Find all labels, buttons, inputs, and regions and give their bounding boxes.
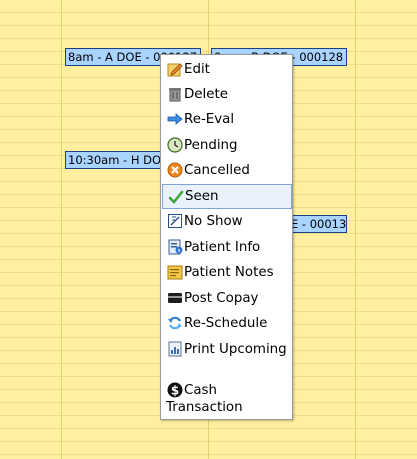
clock-icon xyxy=(167,137,183,153)
menu-item-cash-transaction[interactable]: $ Cash Transaction xyxy=(161,382,292,416)
refresh-icon xyxy=(167,315,183,331)
info-doc-icon xyxy=(167,239,183,255)
menu-item-label: Patient Notes xyxy=(184,265,274,280)
arrow-icon xyxy=(167,111,183,127)
menu-item-post-copay[interactable]: Post Copay xyxy=(161,290,292,307)
menu-item-re-schedule[interactable]: Re-Schedule xyxy=(161,315,292,332)
check-icon xyxy=(168,189,184,205)
menu-item-label: Post Copay xyxy=(184,291,259,306)
appointment-e-doe[interactable]: E - 00013 xyxy=(288,215,347,233)
menu-item-label: Pending xyxy=(184,138,238,153)
menu-item-label: Re-Schedule xyxy=(184,316,268,331)
no-show-icon xyxy=(167,213,183,229)
menu-item-patient-notes[interactable]: Patient Notes xyxy=(161,264,292,281)
edit-icon xyxy=(167,61,183,77)
menu-item-re-eval[interactable]: Re-Eval xyxy=(161,111,292,128)
menu-item-label: No Show xyxy=(184,214,243,229)
menu-item-cancelled[interactable]: Cancelled xyxy=(161,162,292,179)
column-divider xyxy=(355,0,356,459)
menu-item-seen[interactable]: Seen xyxy=(162,184,292,209)
column-divider xyxy=(61,0,62,459)
trash-icon xyxy=(167,86,183,102)
menu-item-label: Seen xyxy=(185,189,219,204)
menu-item-patient-info[interactable]: Patient Info xyxy=(161,239,292,256)
menu-item-delete[interactable]: Delete xyxy=(161,86,292,103)
menu-item-no-show[interactable]: No Show xyxy=(161,213,292,230)
menu-item-label: Cancelled xyxy=(184,163,250,178)
menu-item-label: Patient Info xyxy=(184,240,261,255)
menu-item-label: Edit xyxy=(184,62,210,77)
cancel-icon xyxy=(167,162,183,178)
menu-item-label: Delete xyxy=(184,87,228,102)
menu-item-label: Print Upcoming xyxy=(184,342,287,357)
menu-item-label: Cash Transaction xyxy=(166,383,243,415)
notes-icon xyxy=(167,264,183,280)
menu-item-print-upcoming[interactable]: Print Upcoming xyxy=(161,341,292,375)
menu-item-edit[interactable]: Edit xyxy=(161,61,292,78)
card-icon xyxy=(167,290,183,306)
menu-item-pending[interactable]: Pending xyxy=(161,137,292,154)
menu-item-label: Re-Eval xyxy=(184,112,235,127)
context-menu: Edit Delete Re-Eval Pending Cancelled Se… xyxy=(160,54,293,420)
